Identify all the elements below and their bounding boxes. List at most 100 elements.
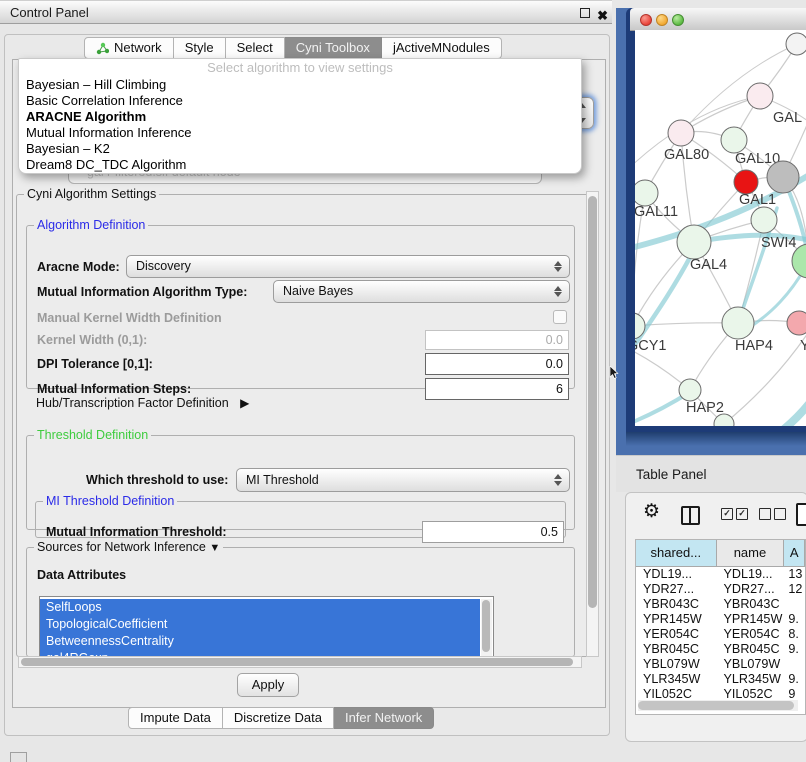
algorithm-option-dream8-dc-tdc-algorithm[interactable]: Dream8 DC_TDC Algorithm — [19, 157, 581, 173]
scrollbar-thumb[interactable] — [482, 600, 490, 652]
table-cell: YBL079W — [636, 657, 717, 672]
network-window-titlebar[interactable] — [630, 8, 806, 31]
mouse-cursor-icon — [609, 366, 620, 380]
table-panel-title: Table Panel — [636, 467, 707, 482]
column-header-name[interactable]: name — [717, 540, 785, 566]
table-cell: YDR27... — [636, 582, 717, 597]
column-header-shared-[interactable]: shared... — [636, 540, 717, 566]
table-body: YDL19...YDL19...13YDR27...YDR27...12YBR0… — [636, 567, 805, 702]
table-row[interactable]: YPR145WYPR145W9. — [636, 612, 805, 627]
kernel-width-field[interactable]: 0.0 — [425, 330, 569, 350]
close-icon[interactable]: ✖ — [597, 4, 608, 28]
network-edge[interactable] — [767, 372, 806, 426]
network-window[interactable]: GALGAL80GAL10GAL1GAL11SWI4GAL4GCY1HAP4YH… — [626, 8, 806, 432]
mi-threshold-definition-group: MI Threshold Definition Mutual Informati… — [35, 494, 566, 538]
algorithm-option-aracne-algorithm[interactable]: ARACNE Algorithm — [19, 109, 581, 125]
tab-select[interactable]: Select — [226, 37, 285, 59]
table-horizontal-scrollbar[interactable] — [638, 700, 798, 711]
table-cell: YBL079W — [717, 657, 785, 672]
algorithm-option-basic-correlation-inference[interactable]: Basic Correlation Inference — [19, 93, 581, 109]
settings-vertical-scrollbar[interactable] — [586, 191, 599, 657]
tab-style[interactable]: Style — [174, 37, 226, 59]
tab-label: jActiveMNodules — [393, 38, 490, 58]
document-icon[interactable] — [796, 503, 806, 526]
cyni-algorithm-settings-legend: Cyni Algorithm Settings — [24, 187, 159, 201]
table-row[interactable]: YER054CYER054C8. — [636, 627, 805, 642]
select-none-icon[interactable] — [759, 508, 771, 520]
algorithm-option-bayesian-hill-climbing[interactable]: Bayesian – Hill Climbing — [19, 77, 581, 93]
scrollbar-thumb[interactable] — [588, 196, 597, 608]
network-node-y[interactable] — [787, 311, 806, 335]
gear-icon[interactable]: ⚙ — [643, 500, 660, 523]
attribute-item-betweennesscentrality[interactable]: BetweennessCentrality — [40, 633, 480, 650]
table-row[interactable]: YDR27...YDR27...12 — [636, 582, 805, 597]
select-all-icon[interactable]: ✓ — [736, 508, 748, 520]
network-node-gal4[interactable] — [677, 225, 711, 259]
table-row[interactable]: YLR345WYLR345W9. — [636, 672, 805, 687]
node-label: HAP2 — [686, 400, 724, 416]
tab-impute-data[interactable]: Impute Data — [128, 707, 223, 729]
network-node-gal10[interactable] — [721, 127, 747, 153]
mi-type-select[interactable]: Naive Bayes — [273, 280, 570, 303]
table-row[interactable]: YBL079WYBL079W — [636, 657, 805, 672]
network-node-hap4[interactable] — [722, 307, 754, 339]
attribute-item-selfloops[interactable]: SelfLoops — [40, 599, 480, 616]
aracne-mode-value: Discovery — [127, 256, 569, 277]
table-cell: YDL19... — [717, 567, 785, 582]
node-label: GAL1 — [739, 192, 776, 208]
collapsed-panel-icon[interactable] — [10, 752, 27, 762]
zoom-traffic-light-icon[interactable] — [672, 14, 684, 26]
data-attributes-list[interactable]: SelfLoopsTopologicalCoefficientBetweenne… — [39, 596, 494, 657]
table-row[interactable]: YDL19...YDL19...13 — [636, 567, 805, 582]
table-cell — [784, 657, 805, 672]
network-node-gal80[interactable] — [668, 120, 694, 146]
network-node[interactable] — [767, 161, 799, 193]
attribute-list-scrollbar[interactable] — [481, 599, 492, 657]
tab-network[interactable]: Network — [84, 37, 174, 59]
network-canvas[interactable]: GALGAL80GAL10GAL1GAL11SWI4GAL4GCY1HAP4YH… — [635, 30, 806, 426]
tab-label: Network — [114, 38, 162, 58]
which-threshold-label: Which threshold to use: — [86, 473, 228, 487]
network-node-gal[interactable] — [747, 83, 773, 109]
tab-jactivemnodules[interactable]: jActiveMNodules — [382, 37, 502, 59]
tab-infer-network[interactable]: Infer Network — [334, 707, 434, 729]
sources-legend[interactable]: Sources for Network Inference ▼ — [34, 540, 223, 554]
table-cell: YBR045C — [717, 642, 785, 657]
float-window-icon[interactable] — [580, 8, 590, 18]
node-table[interactable]: shared...nameA YDL19...YDL19...13YDR27..… — [635, 539, 806, 715]
network-node[interactable] — [786, 33, 806, 55]
network-node-gal1[interactable] — [734, 170, 758, 194]
algorithm-option-bayesian-k2[interactable]: Bayesian – K2 — [19, 141, 581, 157]
manual-kernel-checkbox[interactable] — [553, 310, 567, 324]
network-node-hap2[interactable] — [679, 379, 701, 401]
expand-down-icon: ▼ — [209, 542, 220, 554]
settings-horizontal-scrollbar[interactable] — [18, 656, 582, 668]
aracne-mode-select[interactable]: Discovery — [126, 255, 570, 278]
which-threshold-select[interactable]: MI Threshold — [236, 468, 570, 492]
tab-discretize-data[interactable]: Discretize Data — [223, 707, 334, 729]
scrollbar-thumb[interactable] — [638, 701, 794, 710]
select-all-icon[interactable]: ✓ — [721, 508, 733, 520]
threshold-definition-group: Threshold Definition Which threshold to … — [26, 428, 575, 530]
tab-cyni-toolbox[interactable]: Cyni Toolbox — [285, 37, 382, 59]
dpi-tolerance-field[interactable]: 0.0 — [425, 353, 569, 375]
minimize-traffic-light-icon[interactable] — [656, 14, 668, 26]
attribute-item-topologicalcoefficient[interactable]: TopologicalCoefficient — [40, 616, 480, 633]
network-node-gal11[interactable] — [635, 180, 658, 206]
network-graph: GALGAL80GAL10GAL1GAL11SWI4GAL4GCY1HAP4YH… — [635, 30, 806, 426]
scrollbar-thumb[interactable] — [21, 658, 573, 666]
node-label: SWI4 — [761, 235, 796, 251]
network-node-swi4[interactable] — [751, 207, 777, 233]
table-row[interactable]: YBR043CYBR043C — [636, 597, 805, 612]
columns-icon[interactable] — [681, 506, 700, 525]
table-cell — [784, 597, 805, 612]
table-row[interactable]: YBR045CYBR045C9. — [636, 642, 805, 657]
hub-definition-expander[interactable]: Hub/Transcription Factor Definition ▶ — [36, 396, 249, 410]
select-none-icon[interactable] — [774, 508, 786, 520]
table-cell: YLR345W — [636, 672, 717, 687]
column-header-a[interactable]: A — [784, 540, 805, 566]
algorithm-option-mutual-information-inference[interactable]: Mutual Information Inference — [19, 125, 581, 141]
mi-steps-field[interactable]: 6 — [425, 378, 569, 400]
apply-button[interactable]: Apply — [237, 673, 299, 697]
close-traffic-light-icon[interactable] — [640, 14, 652, 26]
